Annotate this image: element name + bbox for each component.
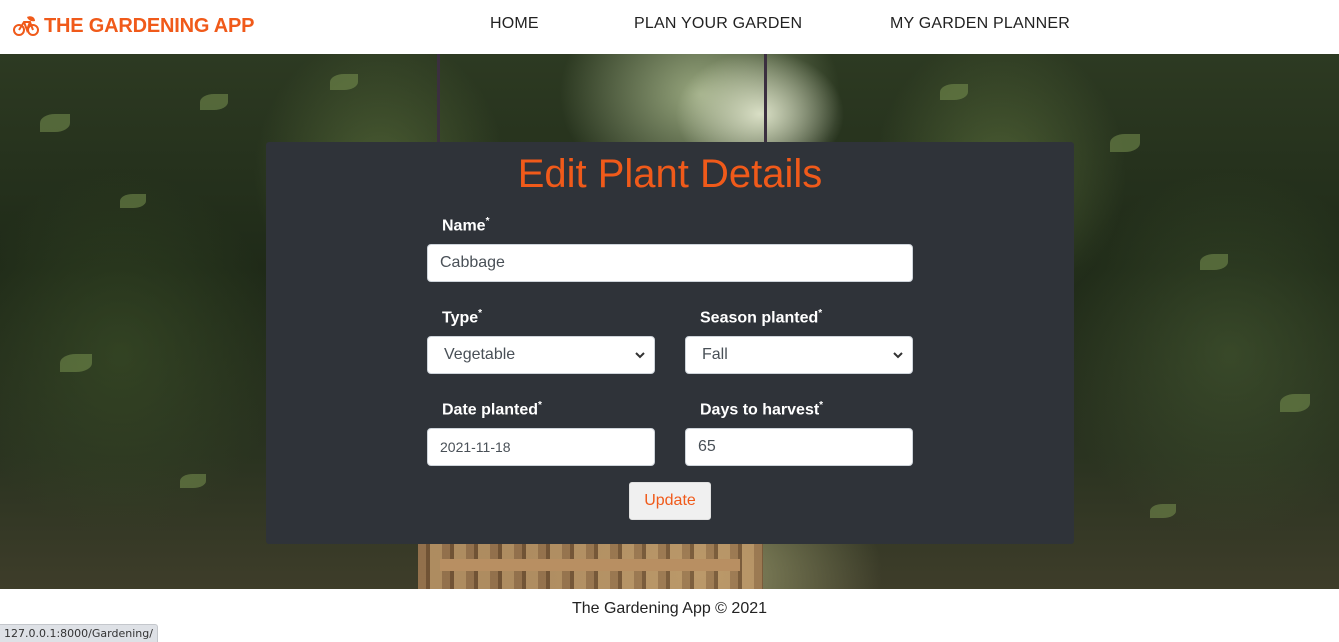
type-label-text: Type [442,309,479,327]
footer: The Gardening App © 2021 [0,589,1339,642]
bicycle-leaf-icon [13,16,39,36]
leaf [940,84,968,100]
leaf [1200,254,1228,270]
days-to-harvest-label: Days to harvest* [700,400,823,419]
season-select[interactable]: Fall [685,336,913,374]
leaf [200,94,228,110]
season-select-value: Fall [702,346,728,363]
days-to-harvest-value: 65 [698,438,716,455]
leaf [1150,504,1176,518]
required-mark: * [485,216,490,227]
date-planted-input[interactable]: 2021-11-18 [427,428,655,466]
name-input-value: Cabbage [440,254,505,271]
type-select[interactable]: Vegetable [427,336,655,374]
name-label-text: Name [442,217,486,235]
edit-plant-form: Edit Plant Details Name* Cabbage Type* V… [266,142,1074,544]
season-label: Season planted* [700,308,822,327]
update-button[interactable]: Update [629,482,711,520]
date-planted-label-text: Date planted [442,401,539,419]
date-planted-value: 2021-11-18 [440,439,511,455]
leaf [60,354,92,372]
leaf [1280,394,1310,412]
required-mark: * [818,308,823,319]
name-input[interactable]: Cabbage [427,244,913,282]
name-label: Name* [442,216,489,235]
days-to-harvest-label-text: Days to harvest [700,401,820,419]
form-title: Edit Plant Details [517,152,823,196]
chevron-down-icon [893,352,903,359]
type-label: Type* [442,308,482,327]
navbar: THE GARDENING APP HOME PLAN YOUR GARDEN … [0,0,1339,54]
nav-plan-your-garden-link[interactable]: PLAN YOUR GARDEN [634,15,802,33]
swing-rope-right [764,54,767,149]
leaf [180,474,206,488]
leaf [330,74,358,90]
nav-home-link[interactable]: HOME [490,15,539,33]
brand-link[interactable]: THE GARDENING APP [13,13,255,39]
required-mark: * [819,400,824,411]
chevron-down-icon [635,352,645,359]
leaf [120,194,146,208]
date-planted-label: Date planted* [442,400,542,419]
status-bar-url: 127.0.0.1:8000/Gardening/ [0,624,158,642]
type-select-value: Vegetable [444,346,516,363]
required-mark: * [478,308,483,319]
brand-name: THE GARDENING APP [44,14,255,37]
leaf [1110,134,1140,152]
season-label-text: Season planted [700,309,819,327]
days-to-harvest-input[interactable]: 65 [685,428,913,466]
bench-seat [440,559,740,571]
leaf [40,114,70,132]
footer-copyright: The Gardening App © 2021 [571,600,768,617]
required-mark: * [538,400,542,411]
nav-my-garden-planner-link[interactable]: MY GARDEN PLANNER [890,15,1070,33]
